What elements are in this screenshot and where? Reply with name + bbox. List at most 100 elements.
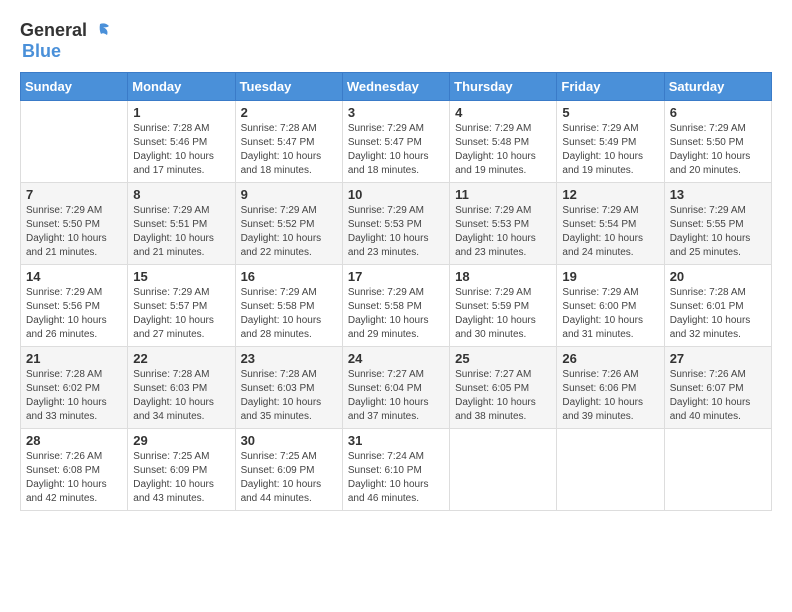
- calendar-cell: 9 Sunrise: 7:29 AM Sunset: 5:52 PM Dayli…: [235, 182, 342, 264]
- cell-info: Sunrise: 7:25 AM Sunset: 6:09 PM Dayligh…: [241, 450, 337, 506]
- sunrise-text: Sunrise: 7:26 AM: [670, 369, 746, 380]
- cell-info: Sunrise: 7:28 AM Sunset: 5:47 PM Dayligh…: [241, 122, 337, 178]
- day-number: 1: [133, 105, 229, 120]
- calendar-cell: 29 Sunrise: 7:25 AM Sunset: 6:09 PM Dayl…: [128, 428, 235, 510]
- daylight-text: Daylight: 10 hours and 28 minutes.: [241, 315, 322, 340]
- page-header: General Blue: [20, 20, 772, 62]
- sunset-text: Sunset: 5:53 PM: [455, 219, 529, 230]
- daylight-text: Daylight: 10 hours and 19 minutes.: [455, 151, 536, 176]
- cell-info: Sunrise: 7:29 AM Sunset: 5:55 PM Dayligh…: [670, 204, 766, 260]
- sunrise-text: Sunrise: 7:29 AM: [133, 287, 209, 298]
- cell-info: Sunrise: 7:29 AM Sunset: 5:56 PM Dayligh…: [26, 286, 122, 342]
- weekday-header-row: SundayMondayTuesdayWednesdayThursdayFrid…: [21, 72, 772, 100]
- sunset-text: Sunset: 6:05 PM: [455, 383, 529, 394]
- day-number: 21: [26, 351, 122, 366]
- cell-info: Sunrise: 7:26 AM Sunset: 6:08 PM Dayligh…: [26, 450, 122, 506]
- calendar-week-row: 21 Sunrise: 7:28 AM Sunset: 6:02 PM Dayl…: [21, 346, 772, 428]
- sunset-text: Sunset: 5:47 PM: [241, 137, 315, 148]
- day-number: 20: [670, 269, 766, 284]
- sunrise-text: Sunrise: 7:27 AM: [348, 369, 424, 380]
- sunrise-text: Sunrise: 7:29 AM: [241, 205, 317, 216]
- daylight-text: Daylight: 10 hours and 43 minutes.: [133, 479, 214, 504]
- day-number: 22: [133, 351, 229, 366]
- calendar-cell: 5 Sunrise: 7:29 AM Sunset: 5:49 PM Dayli…: [557, 100, 664, 182]
- sunrise-text: Sunrise: 7:29 AM: [348, 205, 424, 216]
- daylight-text: Daylight: 10 hours and 24 minutes.: [562, 233, 643, 258]
- daylight-text: Daylight: 10 hours and 37 minutes.: [348, 397, 429, 422]
- calendar-cell: 4 Sunrise: 7:29 AM Sunset: 5:48 PM Dayli…: [450, 100, 557, 182]
- calendar-cell: 17 Sunrise: 7:29 AM Sunset: 5:58 PM Dayl…: [342, 264, 449, 346]
- sunrise-text: Sunrise: 7:27 AM: [455, 369, 531, 380]
- calendar-week-row: 7 Sunrise: 7:29 AM Sunset: 5:50 PM Dayli…: [21, 182, 772, 264]
- sunrise-text: Sunrise: 7:26 AM: [562, 369, 638, 380]
- logo-blue-text: Blue: [22, 42, 111, 62]
- calendar-cell: 27 Sunrise: 7:26 AM Sunset: 6:07 PM Dayl…: [664, 346, 771, 428]
- logo-container: General Blue: [20, 20, 111, 62]
- sunrise-text: Sunrise: 7:29 AM: [562, 123, 638, 134]
- day-number: 30: [241, 433, 337, 448]
- calendar-week-row: 28 Sunrise: 7:26 AM Sunset: 6:08 PM Dayl…: [21, 428, 772, 510]
- calendar-cell: 3 Sunrise: 7:29 AM Sunset: 5:47 PM Dayli…: [342, 100, 449, 182]
- sunset-text: Sunset: 6:03 PM: [241, 383, 315, 394]
- calendar-cell: 26 Sunrise: 7:26 AM Sunset: 6:06 PM Dayl…: [557, 346, 664, 428]
- sunset-text: Sunset: 5:56 PM: [26, 301, 100, 312]
- cell-info: Sunrise: 7:29 AM Sunset: 5:50 PM Dayligh…: [670, 122, 766, 178]
- sunrise-text: Sunrise: 7:29 AM: [455, 123, 531, 134]
- sunrise-text: Sunrise: 7:29 AM: [455, 205, 531, 216]
- day-number: 19: [562, 269, 658, 284]
- day-number: 28: [26, 433, 122, 448]
- cell-info: Sunrise: 7:26 AM Sunset: 6:07 PM Dayligh…: [670, 368, 766, 424]
- day-number: 11: [455, 187, 551, 202]
- daylight-text: Daylight: 10 hours and 26 minutes.: [26, 315, 107, 340]
- calendar-cell: [21, 100, 128, 182]
- calendar-cell: 23 Sunrise: 7:28 AM Sunset: 6:03 PM Dayl…: [235, 346, 342, 428]
- sunset-text: Sunset: 5:47 PM: [348, 137, 422, 148]
- daylight-text: Daylight: 10 hours and 34 minutes.: [133, 397, 214, 422]
- cell-info: Sunrise: 7:27 AM Sunset: 6:04 PM Dayligh…: [348, 368, 444, 424]
- weekday-header-wednesday: Wednesday: [342, 72, 449, 100]
- daylight-text: Daylight: 10 hours and 33 minutes.: [26, 397, 107, 422]
- cell-info: Sunrise: 7:29 AM Sunset: 5:53 PM Dayligh…: [348, 204, 444, 260]
- cell-info: Sunrise: 7:29 AM Sunset: 5:59 PM Dayligh…: [455, 286, 551, 342]
- calendar-cell: 28 Sunrise: 7:26 AM Sunset: 6:08 PM Dayl…: [21, 428, 128, 510]
- sunrise-text: Sunrise: 7:24 AM: [348, 451, 424, 462]
- cell-info: Sunrise: 7:29 AM Sunset: 5:53 PM Dayligh…: [455, 204, 551, 260]
- sunset-text: Sunset: 5:53 PM: [348, 219, 422, 230]
- calendar-cell: 11 Sunrise: 7:29 AM Sunset: 5:53 PM Dayl…: [450, 182, 557, 264]
- sunrise-text: Sunrise: 7:29 AM: [455, 287, 531, 298]
- cell-info: Sunrise: 7:29 AM Sunset: 5:57 PM Dayligh…: [133, 286, 229, 342]
- cell-info: Sunrise: 7:29 AM Sunset: 5:50 PM Dayligh…: [26, 204, 122, 260]
- cell-info: Sunrise: 7:29 AM Sunset: 5:48 PM Dayligh…: [455, 122, 551, 178]
- day-number: 24: [348, 351, 444, 366]
- sunrise-text: Sunrise: 7:29 AM: [670, 205, 746, 216]
- sunset-text: Sunset: 6:08 PM: [26, 465, 100, 476]
- sunrise-text: Sunrise: 7:28 AM: [241, 123, 317, 134]
- weekday-header-friday: Friday: [557, 72, 664, 100]
- sunset-text: Sunset: 5:48 PM: [455, 137, 529, 148]
- sunset-text: Sunset: 5:51 PM: [133, 219, 207, 230]
- calendar-cell: 2 Sunrise: 7:28 AM Sunset: 5:47 PM Dayli…: [235, 100, 342, 182]
- sunset-text: Sunset: 6:01 PM: [670, 301, 744, 312]
- sunset-text: Sunset: 6:10 PM: [348, 465, 422, 476]
- calendar-week-row: 1 Sunrise: 7:28 AM Sunset: 5:46 PM Dayli…: [21, 100, 772, 182]
- calendar-table: SundayMondayTuesdayWednesdayThursdayFrid…: [20, 72, 772, 511]
- cell-info: Sunrise: 7:25 AM Sunset: 6:09 PM Dayligh…: [133, 450, 229, 506]
- daylight-text: Daylight: 10 hours and 21 minutes.: [133, 233, 214, 258]
- calendar-cell: 14 Sunrise: 7:29 AM Sunset: 5:56 PM Dayl…: [21, 264, 128, 346]
- sunrise-text: Sunrise: 7:29 AM: [670, 123, 746, 134]
- calendar-cell: 10 Sunrise: 7:29 AM Sunset: 5:53 PM Dayl…: [342, 182, 449, 264]
- sunset-text: Sunset: 6:06 PM: [562, 383, 636, 394]
- sunset-text: Sunset: 6:09 PM: [241, 465, 315, 476]
- sunset-text: Sunset: 5:50 PM: [670, 137, 744, 148]
- day-number: 23: [241, 351, 337, 366]
- daylight-text: Daylight: 10 hours and 22 minutes.: [241, 233, 322, 258]
- cell-info: Sunrise: 7:29 AM Sunset: 5:54 PM Dayligh…: [562, 204, 658, 260]
- calendar-cell: [450, 428, 557, 510]
- daylight-text: Daylight: 10 hours and 18 minutes.: [348, 151, 429, 176]
- day-number: 17: [348, 269, 444, 284]
- daylight-text: Daylight: 10 hours and 21 minutes.: [26, 233, 107, 258]
- day-number: 26: [562, 351, 658, 366]
- cell-info: Sunrise: 7:29 AM Sunset: 5:58 PM Dayligh…: [348, 286, 444, 342]
- daylight-text: Daylight: 10 hours and 35 minutes.: [241, 397, 322, 422]
- weekday-header-tuesday: Tuesday: [235, 72, 342, 100]
